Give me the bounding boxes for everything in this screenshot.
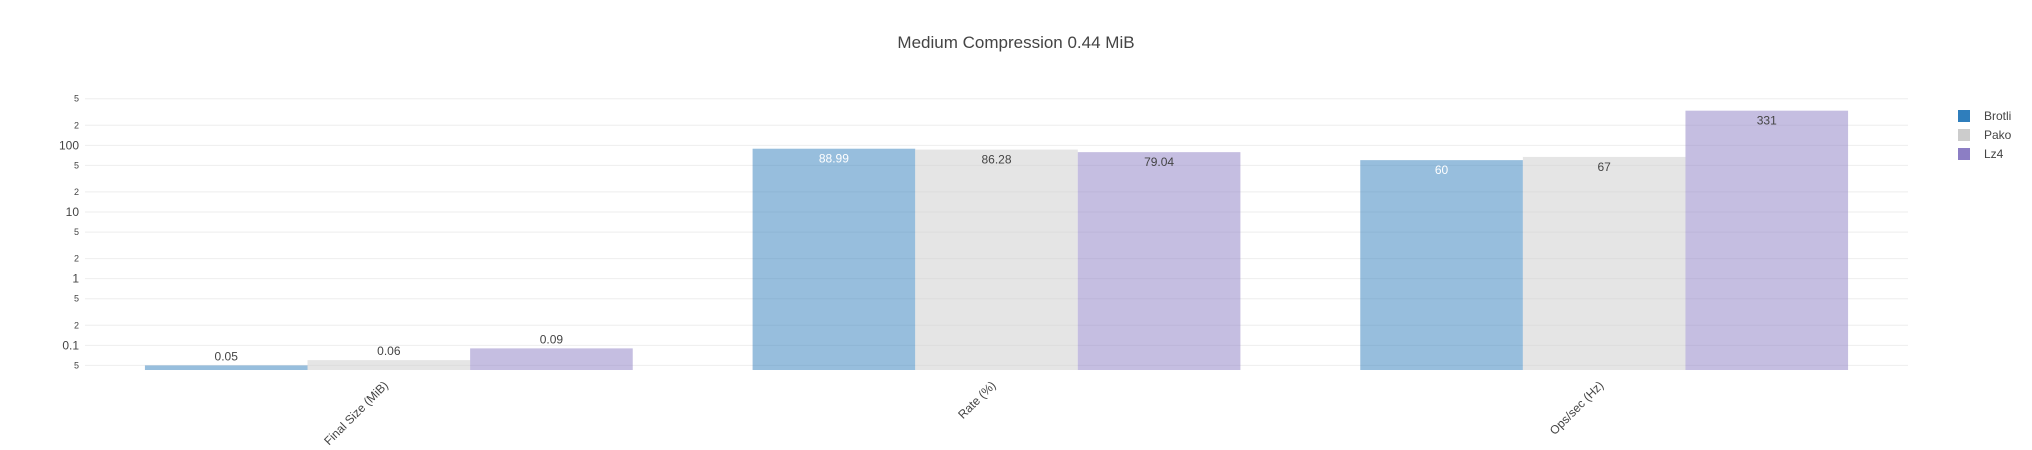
y-tick-label: 5 (74, 94, 79, 104)
y-tick-label: 2 (74, 120, 79, 130)
y-axis-ticks: 5 0.1 2 5 1 2 5 10 2 5 100 2 5 (59, 94, 79, 371)
y-tick-label: 5 (74, 294, 79, 304)
bar-pako (915, 149, 1078, 370)
legend-label-lz4: Lz4 (1984, 146, 2004, 161)
x-tick-label: Rate (%) (955, 378, 998, 421)
data-label: 88.99 (819, 152, 849, 166)
data-label: 86.28 (981, 153, 1011, 167)
bar-lz4 (1685, 110, 1849, 370)
legend-swatch-lz4 (1958, 147, 1970, 160)
bars (144, 110, 1849, 370)
data-label: 0.06 (377, 344, 401, 358)
x-axis-ticks: Final Size (MiB) Rate (%) Ops/sec (Hz) (321, 378, 1606, 448)
y-tick-label: 5 (74, 227, 79, 237)
y-tick-label: 5 (74, 160, 79, 170)
data-label: 331 (1757, 114, 1777, 128)
y-tick-label: 100 (59, 138, 79, 152)
y-tick-label: 2 (74, 254, 79, 264)
legend-label-pako: Pako (1984, 127, 2012, 142)
data-label: 60 (1435, 163, 1449, 177)
y-tick-label: 1 (72, 272, 79, 286)
data-label: 0.09 (540, 332, 564, 346)
y-tick-label: 0.1 (62, 338, 79, 352)
bar-brotli (1360, 160, 1523, 370)
data-label: 67 (1597, 160, 1611, 174)
legend: Brotli Pako Lz4 (1958, 106, 2011, 163)
chart-plot: 5 0.1 2 5 1 2 5 10 2 5 100 2 5 0.05 0.06 0.09 88.99 86.2… (59, 94, 1908, 448)
legend-item-lz4[interactable]: Lz4 (1958, 144, 2011, 163)
legend-swatch-pako (1958, 128, 1970, 141)
x-tick-label: Final Size (MiB) (321, 378, 391, 448)
bar-brotli (144, 365, 308, 370)
bar-lz4 (470, 348, 633, 370)
legend-label-brotli: Brotli (1984, 108, 2012, 123)
x-tick-label: Ops/sec (Hz) (1547, 378, 1606, 437)
bar-lz4 (1077, 152, 1241, 370)
y-tick-label: 2 (74, 187, 79, 197)
bar-pako (1522, 156, 1686, 370)
bar-brotli (752, 148, 916, 370)
legend-item-brotli[interactable]: Brotli (1958, 106, 2011, 125)
data-label: 0.05 (215, 349, 239, 363)
legend-swatch-brotli (1958, 109, 1970, 122)
y-tick-label: 5 (74, 360, 79, 370)
y-tick-label: 10 (66, 205, 80, 219)
data-label: 79.04 (1144, 155, 1174, 169)
bar-pako (307, 360, 471, 370)
chart-container: Medium Compression 0.44 MiB 5 0.1 2 5 1 2 5 10 2… (0, 0, 2032, 450)
y-tick-label: 2 (74, 320, 79, 330)
legend-item-pako[interactable]: Pako (1958, 125, 2011, 144)
